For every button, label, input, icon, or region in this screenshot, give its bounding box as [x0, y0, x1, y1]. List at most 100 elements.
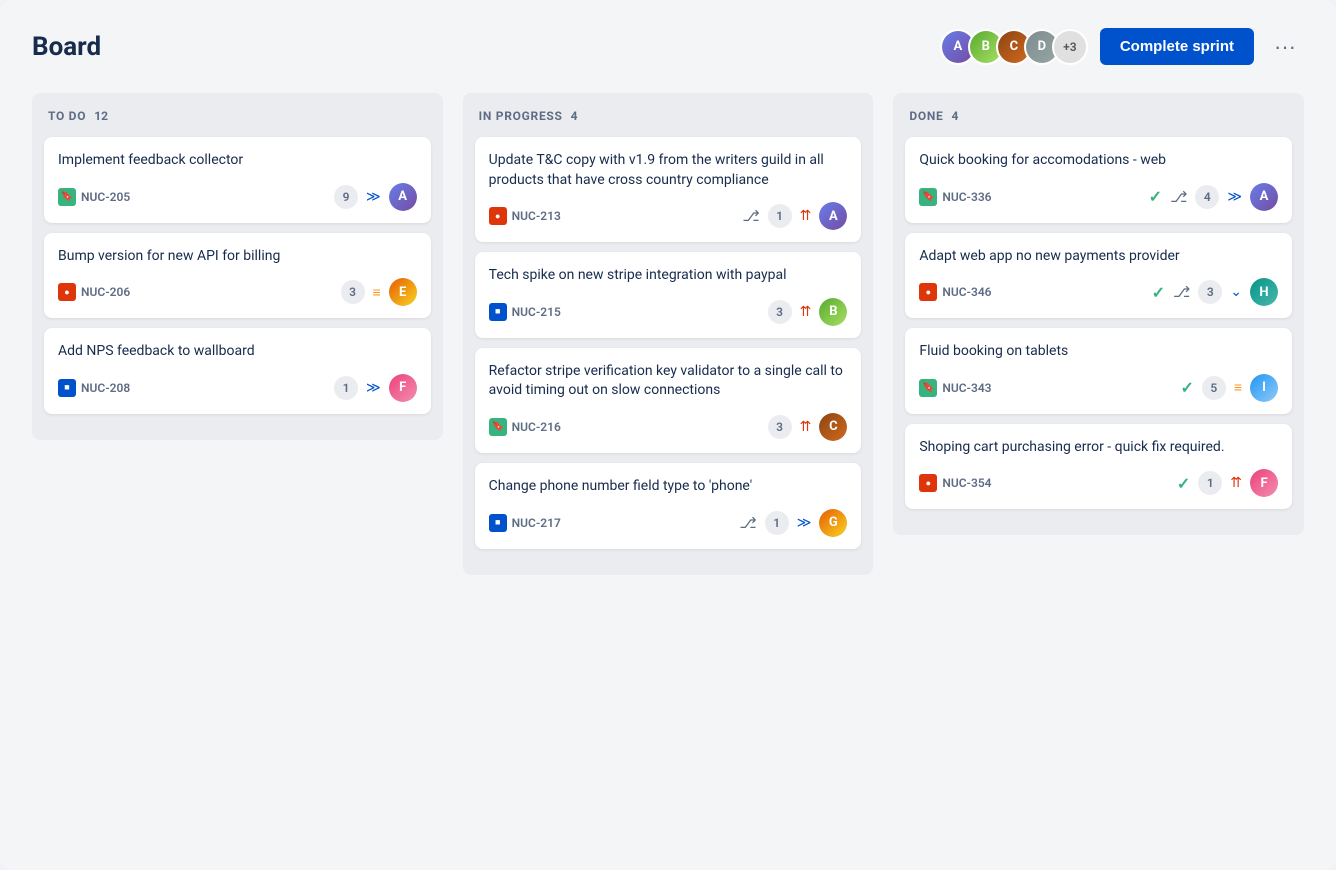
branch-icon: ⎇: [1173, 283, 1190, 301]
issue-badge: ■ NUC-217: [489, 514, 561, 532]
card-nuc217[interactable]: Change phone number field type to 'phone…: [475, 463, 862, 549]
issue-type-icon: ■: [489, 303, 507, 321]
card-title: Update T&C copy with v1.9 from the write…: [489, 151, 848, 190]
column-inprogress: IN PROGRESS 4 Update T&C copy with v1.9 …: [463, 93, 874, 575]
card-nuc343[interactable]: Fluid booking on tablets 🔖 NUC-343 ✓ 5 ≡…: [905, 328, 1292, 414]
column-count-todo: 12: [94, 109, 108, 123]
assignee-avatar: A: [1250, 183, 1278, 211]
avatar-count[interactable]: +3: [1052, 29, 1088, 65]
column-header-inprogress: IN PROGRESS 4: [475, 109, 862, 123]
priority-icon: ⇈: [800, 419, 812, 435]
assignee-avatar: I: [1250, 374, 1278, 402]
issue-badge: 🔖 NUC-205: [58, 188, 130, 206]
card-meta: 🔖 NUC-205 9 ≫ A: [58, 183, 417, 211]
issue-id: NUC-346: [942, 285, 991, 299]
card-meta: 🔖 NUC-216 3 ⇈ C: [489, 413, 848, 441]
card-nuc208[interactable]: Add NPS feedback to wallboard ■ NUC-208 …: [44, 328, 431, 414]
done-check-icon: ✓: [1149, 187, 1162, 206]
card-title: Change phone number field type to 'phone…: [489, 477, 848, 497]
board: TO DO 12 Implement feedback collector 🔖 …: [32, 93, 1304, 575]
card-meta: ■ NUC-215 3 ⇈ B: [489, 298, 848, 326]
issue-type-icon: 🔖: [58, 188, 76, 206]
card-nuc213[interactable]: Update T&C copy with v1.9 from the write…: [475, 137, 862, 242]
card-title: Fluid booking on tablets: [919, 342, 1278, 362]
card-nuc215[interactable]: Tech spike on new stripe integration wit…: [475, 252, 862, 338]
column-count-inprogress: 4: [571, 109, 578, 123]
done-check-icon: ✓: [1180, 378, 1193, 397]
issue-id: NUC-205: [81, 190, 130, 204]
issue-id: NUC-336: [942, 190, 991, 204]
issue-badge: 🔖 NUC-343: [919, 379, 991, 397]
card-meta: 🔖 NUC-343 ✓ 5 ≡ I: [919, 374, 1278, 402]
card-nuc216[interactable]: Refactor stripe verification key validat…: [475, 348, 862, 453]
issue-type-icon: ●: [919, 474, 937, 492]
card-meta: ● NUC-213 ⎇ 1 ⇈ A: [489, 202, 848, 230]
column-title-inprogress: IN PROGRESS: [479, 109, 563, 123]
card-meta: ● NUC-206 3 ≡ E: [58, 278, 417, 306]
column-title-done: DONE: [909, 109, 943, 123]
issue-id: NUC-215: [512, 305, 561, 319]
column-header-todo: TO DO 12: [44, 109, 431, 123]
card-nuc336[interactable]: Quick booking for accomodations - web 🔖 …: [905, 137, 1292, 223]
more-options-button[interactable]: ···: [1266, 30, 1304, 64]
priority-icon: ≫: [797, 515, 812, 531]
priority-icon: ≡: [373, 284, 381, 301]
priority-icon: ⇈: [800, 208, 812, 224]
card-title: Adapt web app no new payments provider: [919, 247, 1278, 267]
priority-icon: ⌄: [1230, 284, 1242, 300]
card-nuc206[interactable]: Bump version for new API for billing ● N…: [44, 233, 431, 319]
story-points: 1: [765, 511, 789, 535]
issue-badge: ■ NUC-208: [58, 379, 130, 397]
story-points: 9: [334, 185, 358, 209]
story-points: 4: [1195, 185, 1219, 209]
column-done: DONE 4 Quick booking for accomodations -…: [893, 93, 1304, 535]
done-check-icon: ✓: [1177, 474, 1190, 493]
story-points: 1: [334, 376, 358, 400]
issue-badge: ■ NUC-215: [489, 303, 561, 321]
story-points: 3: [1198, 280, 1222, 304]
assignee-avatar: H: [1250, 278, 1278, 306]
card-meta: ● NUC-354 ✓ 1 ⇈ F: [919, 469, 1278, 497]
priority-icon: ⇈: [1230, 475, 1242, 491]
story-points: 3: [768, 415, 792, 439]
card-title: Quick booking for accomodations - web: [919, 151, 1278, 171]
issue-badge: ● NUC-346: [919, 283, 991, 301]
issue-id: NUC-216: [512, 420, 561, 434]
issue-badge: ● NUC-213: [489, 207, 561, 225]
card-nuc354[interactable]: Shoping cart purchasing error - quick fi…: [905, 424, 1292, 510]
column-todo: TO DO 12 Implement feedback collector 🔖 …: [32, 93, 443, 440]
assignee-avatar: A: [819, 202, 847, 230]
issue-type-icon: 🔖: [919, 188, 937, 206]
issue-type-icon: ■: [58, 379, 76, 397]
branch-icon: ⎇: [1170, 188, 1187, 206]
issue-id: NUC-208: [81, 381, 130, 395]
story-points: 3: [341, 280, 365, 304]
issue-id: NUC-343: [942, 381, 991, 395]
column-title-todo: TO DO: [48, 109, 86, 123]
page-title: Board: [32, 32, 101, 62]
issue-type-icon: 🔖: [919, 379, 937, 397]
priority-icon: ≡: [1234, 379, 1242, 396]
assignee-avatar: A: [389, 183, 417, 211]
card-nuc205[interactable]: Implement feedback collector 🔖 NUC-205 9…: [44, 137, 431, 223]
assignee-avatar: G: [819, 509, 847, 537]
assignee-avatar: F: [389, 374, 417, 402]
priority-icon: ≫: [366, 189, 381, 205]
card-meta: ■ NUC-217 ⎇ 1 ≫ G: [489, 509, 848, 537]
issue-type-icon: ●: [58, 283, 76, 301]
card-meta: ■ NUC-208 1 ≫ F: [58, 374, 417, 402]
issue-badge: ● NUC-206: [58, 283, 130, 301]
story-points: 3: [768, 300, 792, 324]
issue-badge: 🔖 NUC-216: [489, 418, 561, 436]
priority-icon: ≫: [1227, 189, 1242, 205]
assignee-avatar: F: [1250, 469, 1278, 497]
assignee-avatar: C: [819, 413, 847, 441]
complete-sprint-button[interactable]: Complete sprint: [1100, 28, 1254, 65]
priority-icon: ≫: [366, 380, 381, 396]
issue-type-icon: ■: [489, 514, 507, 532]
column-header-done: DONE 4: [905, 109, 1292, 123]
issue-id: NUC-217: [512, 516, 561, 530]
card-title: Implement feedback collector: [58, 151, 417, 171]
issue-type-icon: 🔖: [489, 418, 507, 436]
card-nuc346[interactable]: Adapt web app no new payments provider ●…: [905, 233, 1292, 319]
